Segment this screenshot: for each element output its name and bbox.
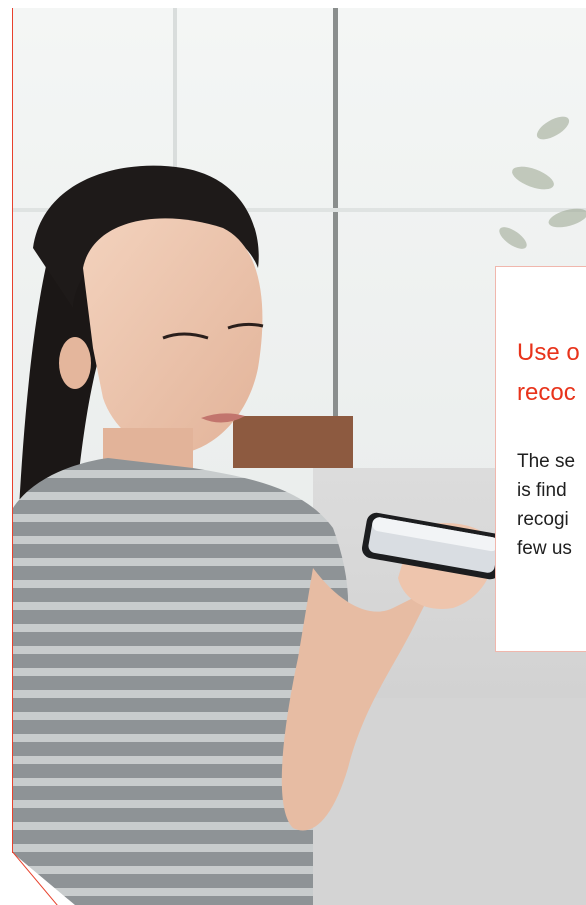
card-title: Use o recoc (517, 339, 580, 406)
text-card: Use o recoc The se is find recogi few us (495, 266, 586, 652)
card-body-text: The se is find recogi few us (517, 451, 576, 559)
page: Use o recoc The se is find recogi few us (0, 0, 586, 905)
accent-line (12, 8, 13, 853)
